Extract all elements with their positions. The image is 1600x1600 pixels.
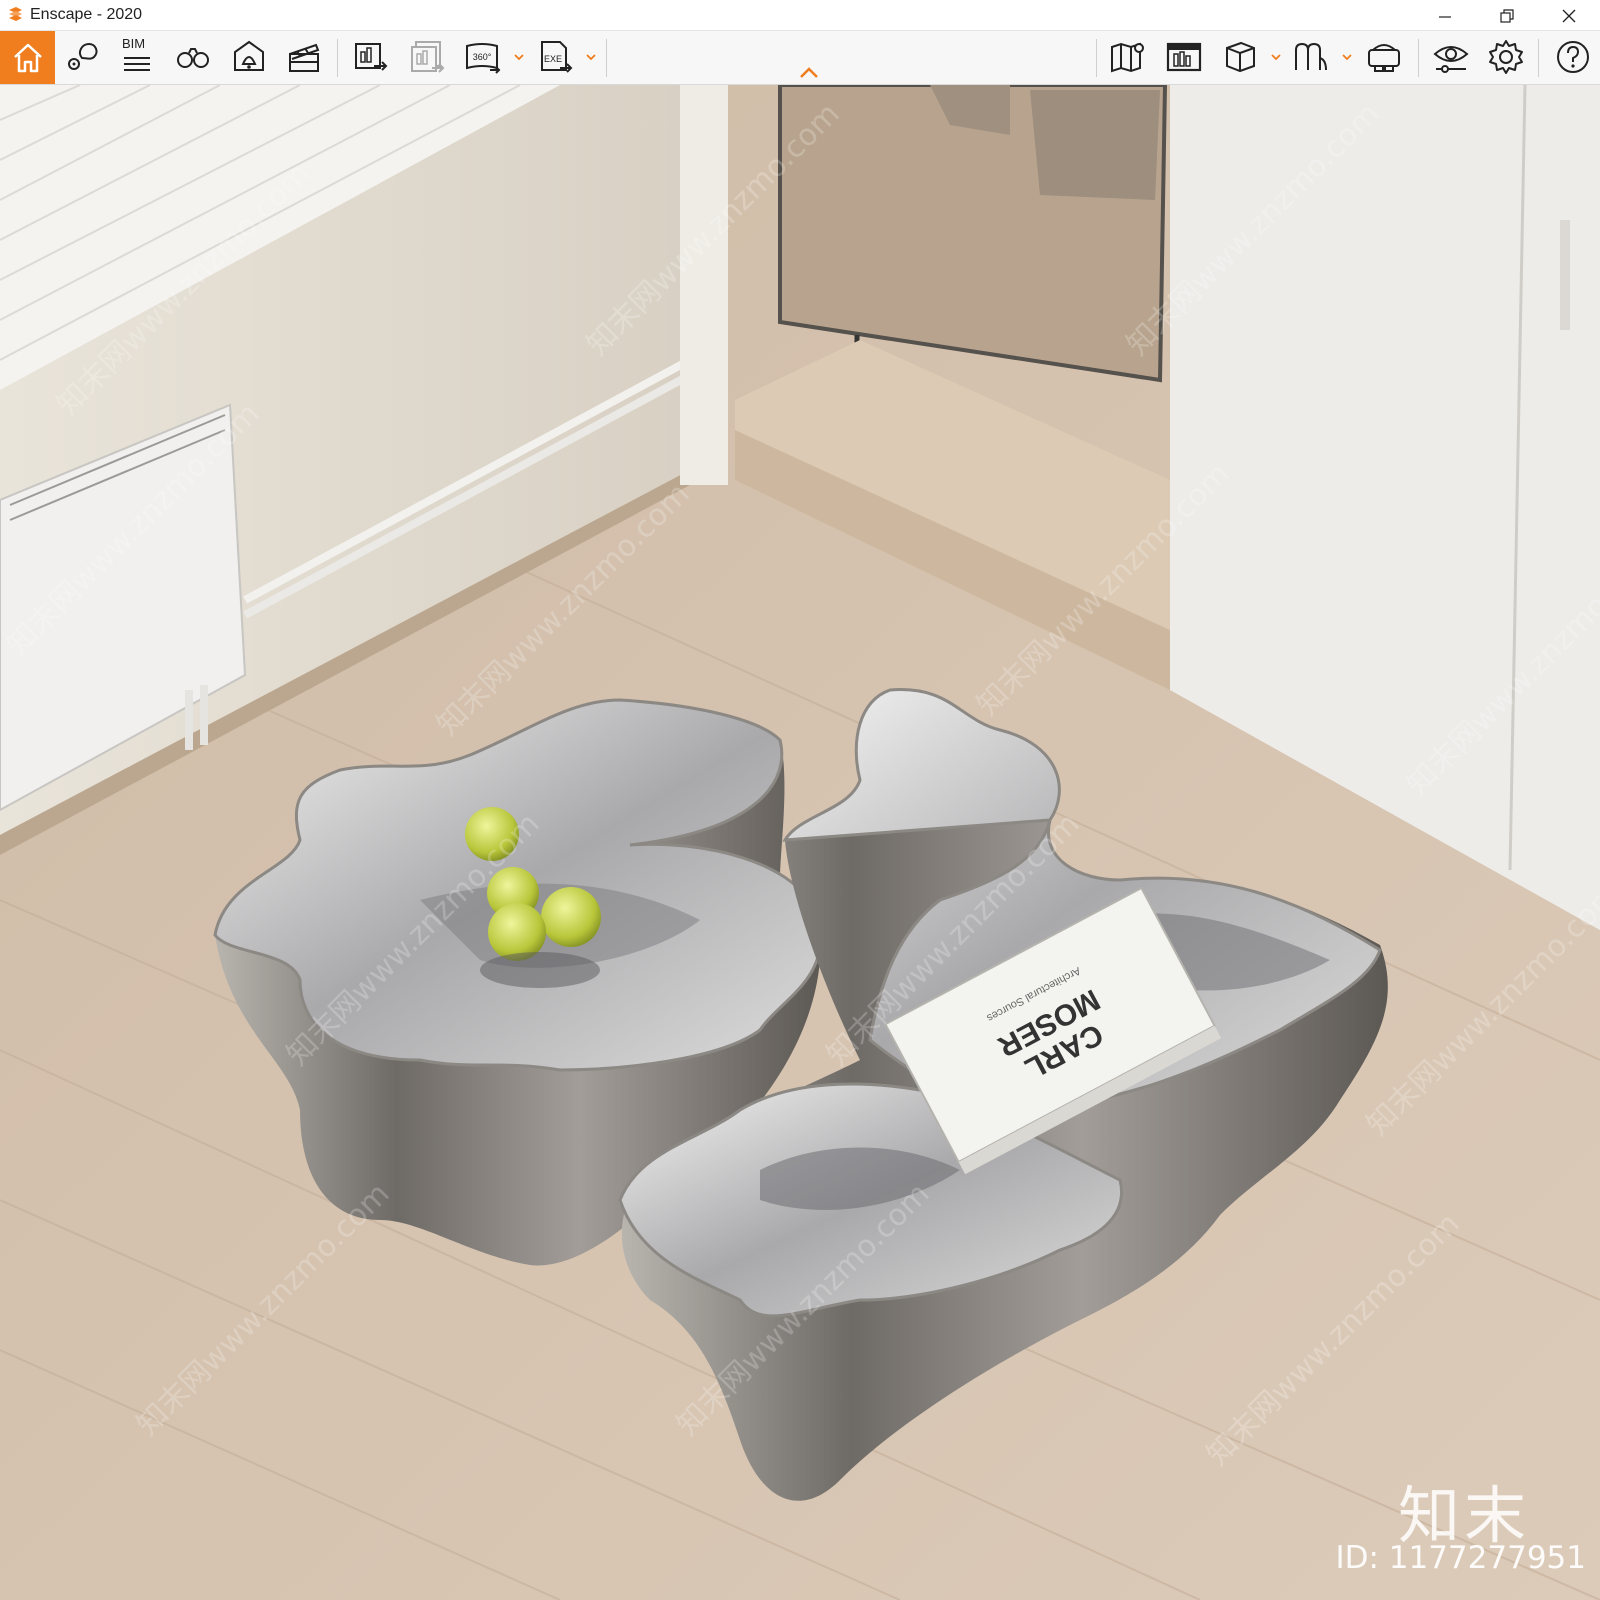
toolbar-separator <box>337 39 338 77</box>
collapse-toolbar-icon[interactable] <box>798 66 820 80</box>
sun-bell-icon <box>234 40 264 71</box>
map-pin-icon <box>68 42 98 70</box>
sun-position-button[interactable] <box>226 34 272 80</box>
visual-settings-button[interactable] <box>1428 34 1474 80</box>
map-icon <box>1111 42 1144 73</box>
vr-headset-icon <box>1368 44 1400 72</box>
render-viewport[interactable]: CARL MOSER Architectural Sources 知末网www.… <box>0 85 1600 1600</box>
toolbar-separator <box>1096 39 1097 77</box>
gear-icon <box>1489 40 1523 74</box>
export-panorama-button[interactable]: 360° <box>460 34 506 80</box>
title-bar: Enscape - 2020 <box>0 0 1600 31</box>
help-icon <box>1557 41 1589 73</box>
asset-library-button[interactable] <box>1288 34 1334 80</box>
minimize-button[interactable] <box>1414 0 1476 31</box>
panorama-label: 360° <box>473 52 492 62</box>
rendered-scene: CARL MOSER Architectural Sources <box>0 85 1600 1600</box>
map-button[interactable] <box>1105 34 1151 80</box>
clapperboard-icon <box>289 43 320 72</box>
video-editor-button[interactable] <box>281 34 327 80</box>
box-view-button[interactable] <box>1217 34 1263 80</box>
watermark-id: ID: 1177277951 <box>1335 1540 1586 1576</box>
asset-library-icon <box>1295 42 1327 71</box>
window-title: Enscape - 2020 <box>30 6 143 23</box>
chevron-down-icon[interactable] <box>585 51 597 63</box>
toolbar-separator <box>1418 39 1419 77</box>
batch-render-button[interactable] <box>404 34 450 80</box>
vr-headset-button[interactable] <box>1361 34 1407 80</box>
enscape-logo-icon <box>9 7 22 21</box>
gallery-icon <box>1166 42 1202 72</box>
toolbar-separator <box>1538 39 1539 77</box>
window-controls <box>1414 0 1600 31</box>
minimize-icon <box>1439 15 1451 18</box>
close-button[interactable] <box>1538 0 1600 31</box>
chevron-down-icon[interactable] <box>1341 51 1353 63</box>
chevron-down-icon[interactable] <box>513 51 525 63</box>
close-icon <box>1562 9 1576 22</box>
bim-label: BIM <box>122 36 146 51</box>
help-button[interactable] <box>1550 34 1596 80</box>
restore-button[interactable] <box>1476 0 1538 31</box>
binoculars-icon <box>177 48 209 68</box>
export-image-icon <box>355 43 388 71</box>
chevron-down-icon[interactable] <box>1270 51 1282 63</box>
home-button[interactable] <box>0 31 55 84</box>
export-screenshot-button[interactable] <box>348 34 394 80</box>
cube-icon <box>1226 41 1255 73</box>
bim-button[interactable]: BIM <box>114 34 160 80</box>
restore-icon <box>1500 8 1514 23</box>
gallery-button[interactable] <box>1161 34 1207 80</box>
exe-export-icon: EXE <box>541 41 573 73</box>
export-exe-button[interactable]: EXE <box>532 34 578 80</box>
toolbar-separator <box>606 39 607 77</box>
panorama-icon: 360° <box>466 43 501 74</box>
binoculars-button[interactable] <box>170 34 216 80</box>
eye-settings-icon <box>1433 46 1469 73</box>
home-icon <box>13 43 42 72</box>
settings-button[interactable] <box>1483 34 1529 80</box>
batch-render-icon <box>411 41 445 73</box>
exe-label: EXE <box>544 54 562 64</box>
bim-marker-button[interactable] <box>60 34 106 80</box>
